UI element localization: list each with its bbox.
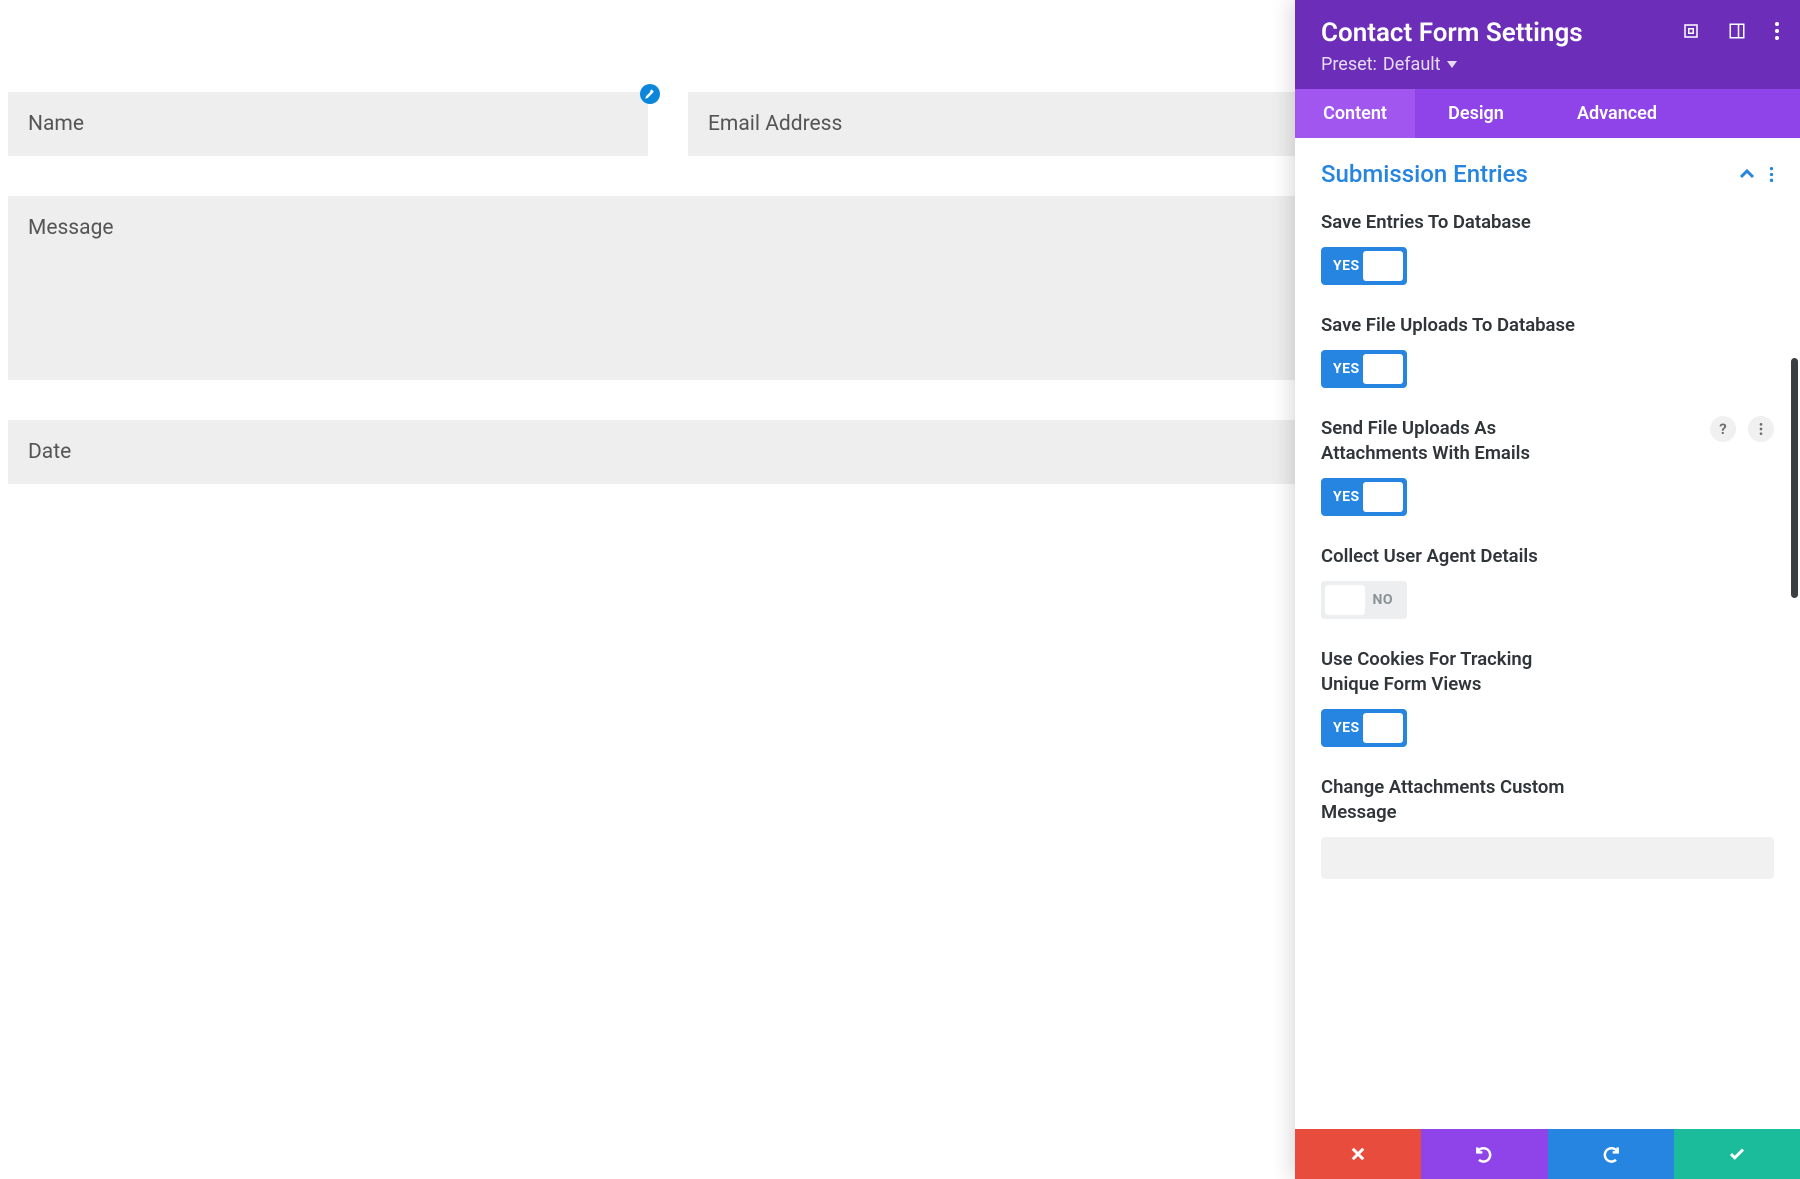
redo-button[interactable] <box>1548 1129 1674 1179</box>
setting-label: Send File Uploads As Attachments With Em… <box>1321 416 1581 466</box>
toggle-collect-user-agent[interactable]: NO <box>1321 581 1407 619</box>
scrollbar-thumb[interactable] <box>1791 358 1798 598</box>
panel-header: Contact Form Settings Preset: Default <box>1295 0 1800 89</box>
panel-footer <box>1295 1129 1800 1179</box>
confirm-button[interactable] <box>1674 1129 1800 1179</box>
toggle-send-attachments[interactable]: YES <box>1321 478 1407 516</box>
setting-label: Collect User Agent Details <box>1321 544 1581 569</box>
setting-custom-message: Change Attachments Custom Message <box>1321 775 1774 879</box>
edit-field-badge[interactable] <box>640 84 660 104</box>
date-placeholder: Date <box>28 440 71 464</box>
cancel-button[interactable] <box>1295 1129 1421 1179</box>
redo-icon <box>1601 1144 1621 1164</box>
tab-design[interactable]: Design <box>1415 89 1537 138</box>
section-title: Submission Entries <box>1321 160 1528 188</box>
tab-advanced[interactable]: Advanced <box>1537 89 1697 138</box>
section-more-vert-icon[interactable] <box>1769 166 1774 183</box>
toggle-on-label: YES <box>1333 720 1360 736</box>
toggle-use-cookies[interactable]: YES <box>1321 709 1407 747</box>
setting-use-cookies: Use Cookies For Tracking Unique Form Vie… <box>1321 647 1774 747</box>
setting-label: Change Attachments Custom Message <box>1321 775 1581 825</box>
message-placeholder: Message <box>28 216 114 240</box>
expand-icon[interactable] <box>1682 22 1700 40</box>
name-placeholder: Name <box>28 112 84 136</box>
help-icon[interactable]: ? <box>1710 416 1736 442</box>
toggle-off-label: NO <box>1372 592 1393 608</box>
layout-icon[interactable] <box>1728 22 1746 40</box>
custom-message-input[interactable] <box>1321 837 1774 879</box>
undo-button[interactable] <box>1421 1129 1547 1179</box>
pencil-icon <box>645 89 655 99</box>
toggle-save-entries[interactable]: YES <box>1321 247 1407 285</box>
settings-panel: Contact Form Settings Preset: Default Co… <box>1295 0 1800 1179</box>
panel-preset[interactable]: Preset: Default <box>1321 54 1774 75</box>
toggle-on-label: YES <box>1333 361 1360 377</box>
undo-icon <box>1474 1144 1494 1164</box>
setting-more-vert-icon[interactable] <box>1748 416 1774 442</box>
settings-tabs: Content Design Advanced <box>1295 89 1800 138</box>
message-field[interactable]: Message <box>8 196 1328 380</box>
toggle-save-file-uploads[interactable]: YES <box>1321 350 1407 388</box>
close-icon <box>1349 1145 1367 1163</box>
email-placeholder: Email Address <box>708 112 842 136</box>
name-field[interactable]: Name <box>8 92 648 156</box>
preset-prefix: Preset: <box>1321 54 1377 75</box>
toggle-knob <box>1363 713 1403 743</box>
setting-collect-user-agent: Collect User Agent Details NO <box>1321 544 1774 619</box>
section-header[interactable]: Submission Entries <box>1321 160 1774 188</box>
toggle-on-label: YES <box>1333 258 1360 274</box>
setting-save-file-uploads: Save File Uploads To Database YES <box>1321 313 1774 388</box>
toggle-knob <box>1363 354 1403 384</box>
toggle-knob <box>1325 585 1365 615</box>
setting-label: Use Cookies For Tracking Unique Form Vie… <box>1321 647 1581 697</box>
toggle-on-label: YES <box>1333 489 1360 505</box>
setting-label: Save File Uploads To Database <box>1321 313 1581 338</box>
tab-content[interactable]: Content <box>1295 89 1415 138</box>
chevron-up-icon[interactable] <box>1739 168 1755 180</box>
more-vert-icon[interactable] <box>1774 22 1780 40</box>
date-field[interactable]: Date <box>8 420 1328 484</box>
caret-down-icon <box>1447 61 1457 69</box>
setting-save-entries: Save Entries To Database YES <box>1321 210 1774 285</box>
toggle-knob <box>1363 482 1403 512</box>
preset-value: Default <box>1383 54 1441 75</box>
panel-body: Submission Entries Save Entries To Datab… <box>1295 138 1800 1129</box>
email-field[interactable]: Email Address <box>688 92 1328 156</box>
check-icon <box>1726 1145 1748 1163</box>
toggle-knob <box>1363 251 1403 281</box>
setting-send-attachments: Send File Uploads As Attachments With Em… <box>1321 416 1774 516</box>
setting-label: Save Entries To Database <box>1321 210 1581 235</box>
